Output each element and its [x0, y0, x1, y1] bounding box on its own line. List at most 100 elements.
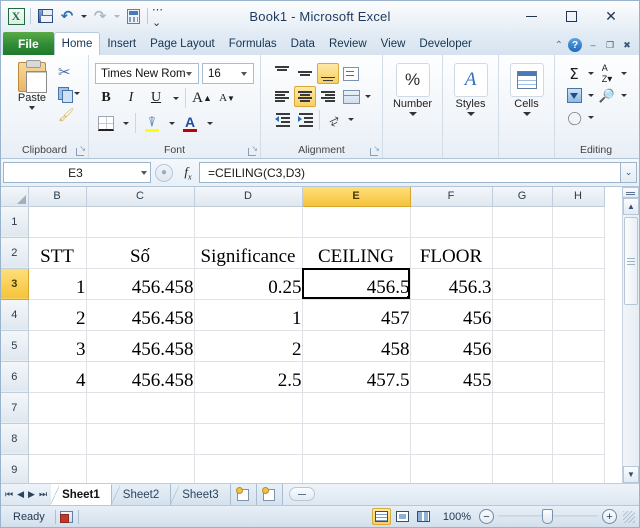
font-dialog-launcher-icon[interactable]	[248, 144, 258, 156]
insert-worksheet-button[interactable]	[230, 484, 257, 505]
cell-H6[interactable]	[552, 361, 605, 393]
format-painter-button[interactable]: 🖌	[58, 105, 80, 124]
tab-page-layout[interactable]: Page Layout	[143, 33, 222, 55]
clear-button[interactable]: ◯	[564, 107, 585, 128]
borders-button[interactable]	[95, 112, 117, 134]
bottom-align-button[interactable]	[317, 63, 339, 84]
save-icon[interactable]	[35, 6, 55, 26]
font-name-input[interactable]: Times New Rom	[95, 63, 199, 84]
increase-indent-button[interactable]	[294, 109, 316, 130]
cell-F6[interactable]: 455	[410, 361, 493, 393]
copy-button[interactable]	[58, 84, 80, 103]
name-box[interactable]: E3	[3, 162, 151, 183]
cell-D6[interactable]: 2.5	[194, 361, 303, 393]
cell-B4[interactable]: 2	[28, 299, 87, 331]
paste-dropdown-icon[interactable]	[29, 106, 35, 110]
row-header-4[interactable]: 4	[1, 299, 29, 331]
cell-C5[interactable]: 456.458	[86, 330, 195, 362]
cell-B1[interactable]	[28, 206, 87, 238]
copy-dropdown-icon[interactable]	[74, 92, 80, 95]
font-name-dropdown-icon[interactable]	[186, 71, 192, 76]
align-left-button[interactable]	[271, 86, 293, 107]
cell-G8[interactable]	[492, 423, 553, 455]
first-sheet-icon[interactable]: ⏮	[5, 489, 13, 500]
cells-dropdown-icon[interactable]	[522, 112, 531, 116]
column-header-b[interactable]: B	[28, 187, 87, 207]
undo-dropdown-icon[interactable]	[79, 6, 88, 26]
font-size-dropdown-icon[interactable]	[241, 71, 247, 76]
row-header-2[interactable]: 2	[1, 237, 29, 269]
cell-E7[interactable]	[302, 392, 411, 424]
decrease-indent-button[interactable]	[271, 109, 293, 130]
cell-H5[interactable]	[552, 330, 605, 362]
clipboard-dialog-launcher-icon[interactable]	[76, 144, 86, 156]
cell-F3[interactable]: 456.3	[410, 268, 493, 300]
last-sheet-icon[interactable]: ⏭	[39, 489, 47, 500]
cell-D8[interactable]	[194, 423, 303, 455]
cell-E3[interactable]: 456.5	[302, 268, 411, 300]
find-dropdown-icon[interactable]	[619, 85, 629, 106]
sheet-tab-sheet3[interactable]: Sheet3	[171, 484, 231, 505]
formula-input[interactable]: =CEILING(C3,D3)	[199, 162, 621, 183]
fill-color-dropdown-icon[interactable]	[166, 112, 176, 134]
cell-D3[interactable]: 0.25	[194, 268, 303, 300]
cell-H8[interactable]	[552, 423, 605, 455]
cell-G4[interactable]	[492, 299, 553, 331]
row-header-9[interactable]: 9	[1, 454, 29, 483]
minimize-button[interactable]	[511, 3, 551, 29]
cell-B6[interactable]: 4	[28, 361, 87, 393]
customize-qat-icon[interactable]: ⋯⌄	[152, 4, 172, 29]
align-right-button[interactable]	[317, 86, 339, 107]
record-macro-button[interactable]	[56, 510, 78, 523]
cell-H9[interactable]	[552, 454, 605, 483]
worksheet-grid[interactable]: B C D E F G H 1 2 STT Số Significance CE…	[1, 187, 622, 483]
tab-insert[interactable]: Insert	[100, 33, 143, 55]
cell-E6[interactable]: 457.5	[302, 361, 411, 393]
number-format-button[interactable]: % Number	[393, 60, 432, 116]
vertical-scrollbar[interactable]: ▲ ▼	[622, 187, 639, 483]
cell-F9[interactable]	[410, 454, 493, 483]
row-header-1[interactable]: 1	[1, 206, 29, 238]
prev-sheet-icon[interactable]: ◀	[17, 489, 24, 500]
sheet-tab-sheet1[interactable]: Sheet1	[51, 484, 112, 505]
merge-dropdown-icon[interactable]	[363, 86, 372, 107]
select-all-corner[interactable]	[1, 187, 29, 207]
sort-filter-dropdown-icon[interactable]	[619, 63, 629, 84]
styles-dropdown-icon[interactable]	[466, 112, 475, 116]
scrollbar-track[interactable]	[623, 215, 639, 466]
cell-F2[interactable]: FLOOR	[410, 237, 493, 269]
cell-B9[interactable]	[28, 454, 87, 483]
cell-E8[interactable]	[302, 423, 411, 455]
cells-button[interactable]: Cells	[509, 60, 544, 116]
font-color-button[interactable]: A	[179, 112, 201, 134]
cell-E9[interactable]	[302, 454, 411, 483]
cell-G3[interactable]	[492, 268, 553, 300]
sheet-tab-sheet2[interactable]: Sheet2	[111, 484, 172, 505]
fill-color-button[interactable]: ⍒	[141, 112, 163, 134]
excel-logo-icon[interactable]: X	[6, 6, 26, 26]
alignment-dialog-launcher-icon[interactable]	[370, 144, 380, 156]
cell-H4[interactable]	[552, 299, 605, 331]
paste-button[interactable]: Paste	[9, 60, 55, 124]
scroll-down-icon[interactable]: ▼	[623, 466, 639, 483]
name-box-dropdown-icon[interactable]	[141, 170, 147, 175]
cut-button[interactable]: ✂	[58, 63, 80, 82]
split-handle-vertical[interactable]	[622, 187, 639, 198]
scrollbar-thumb[interactable]	[624, 217, 638, 305]
minimize-ribbon-icon[interactable]: ⌃	[555, 40, 563, 51]
cell-E1[interactable]	[302, 206, 411, 238]
cell-H2[interactable]	[552, 237, 605, 269]
underline-dropdown-icon[interactable]	[170, 87, 180, 109]
cell-G9[interactable]	[492, 454, 553, 483]
cell-F4[interactable]: 456	[410, 299, 493, 331]
tab-home[interactable]: Home	[53, 32, 101, 55]
tab-view[interactable]: View	[374, 33, 413, 55]
top-align-button[interactable]	[271, 63, 293, 84]
zoom-slider-thumb[interactable]	[542, 509, 553, 524]
number-dropdown-icon[interactable]	[408, 112, 417, 116]
font-size-input[interactable]: 16	[202, 63, 254, 84]
normal-view-button[interactable]	[371, 508, 391, 525]
cell-G2[interactable]	[492, 237, 553, 269]
cell-E2[interactable]: CEILING	[302, 237, 411, 269]
cell-C1[interactable]	[86, 206, 195, 238]
